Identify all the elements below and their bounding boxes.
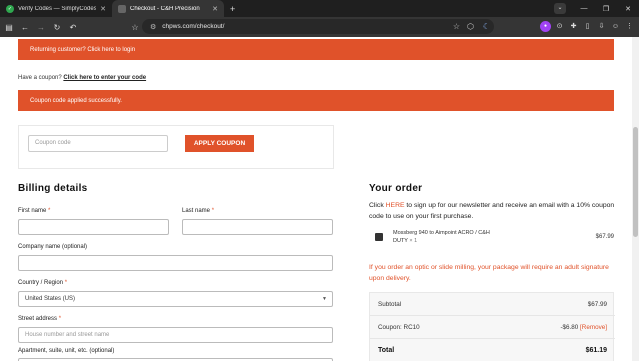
coupon-row: Coupon: RC10 -$6.80 [Remove] bbox=[370, 316, 615, 339]
subtotal-value: $67.99 bbox=[587, 301, 607, 308]
country-label: Country / Region * bbox=[18, 280, 67, 286]
total-label: Total bbox=[378, 347, 395, 354]
newsletter-prefix: Click bbox=[369, 202, 386, 209]
coupon-label: Coupon: RC10 bbox=[378, 324, 420, 331]
bookmark-outline-icon[interactable]: ☆ bbox=[128, 23, 142, 32]
street-label: Street address * bbox=[18, 316, 61, 322]
product-name-text: Mossberg 940 to Aimpoint ACRO / C&H DUTY bbox=[393, 230, 490, 244]
profile-avatar[interactable]: ● bbox=[540, 21, 551, 32]
page-scrollbar[interactable] bbox=[632, 37, 639, 361]
company-label: Company name (optional) bbox=[18, 244, 88, 250]
forward-icon[interactable]: → bbox=[34, 23, 48, 32]
total-value: $61.19 bbox=[585, 347, 607, 354]
subtotal-label: Subtotal bbox=[378, 301, 402, 308]
toolbar-right: ● ⊙ ✚ ▯ ⇩ ☺ ⋮ bbox=[540, 21, 635, 32]
order-item: Mossberg 940 to Aimpoint ACRO / C&H DUTY… bbox=[369, 227, 614, 255]
total-row: Total $61.19 bbox=[370, 339, 615, 361]
order-heading: Your order bbox=[369, 183, 423, 194]
required-mark: * bbox=[48, 208, 51, 214]
apply-coupon-button[interactable]: APPLY COUPON bbox=[185, 135, 254, 152]
coupon-prompt-text: Have a coupon? bbox=[18, 75, 62, 81]
returning-customer-text[interactable]: Returning customer? Click here to login bbox=[30, 47, 135, 53]
newsletter-suffix: to sign up for our newsletter and receiv… bbox=[369, 202, 615, 220]
apartment-label: Apartment, suite, unit, etc. (optional) bbox=[18, 348, 115, 354]
tab-title: Checkout - C&H Precision bbox=[130, 5, 200, 12]
minimize-icon[interactable]: — bbox=[573, 5, 595, 12]
coupon-form: Coupon code APPLY COUPON bbox=[18, 125, 334, 169]
billing-heading: Billing details bbox=[18, 183, 88, 194]
tab-title: Verify Codes — SimplyCodes bbox=[18, 5, 97, 12]
product-price: $67.99 bbox=[595, 234, 614, 240]
address-bar[interactable]: ⚙ chpws.com/checkout/ ☆ ⬡ ☾ bbox=[142, 19, 494, 34]
country-label-text: Country / Region bbox=[18, 280, 64, 286]
puzzle-icon[interactable]: ✚ bbox=[568, 21, 579, 32]
required-mark: * bbox=[58, 316, 62, 322]
company-field[interactable] bbox=[18, 255, 333, 271]
tab-search-icon[interactable]: ⌄ bbox=[554, 3, 566, 14]
last-name-label-text: Last name bbox=[182, 208, 211, 214]
checkout-page: Returning customer? Click here to login … bbox=[0, 37, 639, 361]
sidepanel-icon[interactable]: ▯ bbox=[582, 21, 593, 32]
coupon-value: -$6.80 bbox=[560, 324, 579, 331]
coupon-code-input[interactable]: Coupon code bbox=[28, 135, 168, 152]
coupon-amount: -$6.80 [Remove] bbox=[560, 324, 607, 331]
order-totals: Subtotal $67.99 Coupon: RC10 -$6.80 [Rem… bbox=[369, 292, 615, 361]
coupon-success-text: Coupon code applied successfully. bbox=[30, 97, 122, 104]
site-favicon-icon bbox=[118, 4, 126, 13]
returning-customer-notice[interactable]: Returning customer? Click here to login bbox=[18, 39, 614, 60]
window-controls: — ❐ ✕ bbox=[573, 0, 639, 17]
subtotal-row: Subtotal $67.99 bbox=[370, 293, 615, 316]
required-mark: * bbox=[211, 208, 215, 214]
street-address-field[interactable]: House number and street name bbox=[18, 327, 333, 343]
extension-icon[interactable]: ⬡ bbox=[467, 22, 474, 31]
check-circle-icon: ✓ bbox=[6, 4, 14, 13]
country-value: United States (US) bbox=[25, 296, 76, 302]
first-name-field[interactable] bbox=[18, 219, 169, 235]
browser-toolbar: ▤ ← → ↻ ↶ ☆ ⚙ chpws.com/checkout/ ☆ ⬡ ☾ … bbox=[0, 17, 639, 37]
url-text[interactable]: chpws.com/checkout/ bbox=[162, 23, 224, 30]
site-info-icon[interactable]: ⚙ bbox=[150, 23, 156, 31]
back-icon[interactable]: ← bbox=[18, 23, 32, 32]
tab-verify-codes[interactable]: ✓ Verify Codes — SimplyCodes ✕ bbox=[0, 0, 112, 17]
new-tab-icon[interactable]: + bbox=[230, 4, 235, 14]
sidebar-icon[interactable]: ▤ bbox=[2, 23, 16, 32]
first-name-label: First name * bbox=[18, 208, 50, 214]
coupon-prompt: Have a coupon? Click here to enter your … bbox=[18, 75, 146, 81]
close-window-icon[interactable]: ✕ bbox=[617, 5, 639, 13]
profile-icon[interactable]: ☺ bbox=[610, 21, 621, 32]
last-name-label: Last name * bbox=[182, 208, 214, 214]
newsletter-link[interactable]: HERE bbox=[386, 202, 405, 209]
menu-icon[interactable]: ⋮ bbox=[624, 21, 635, 32]
first-name-label-text: First name bbox=[18, 208, 47, 214]
product-qty: × 1 bbox=[409, 238, 418, 244]
extension-icon[interactable]: ⊙ bbox=[554, 21, 565, 32]
coupon-success-notice: Coupon code applied successfully. bbox=[18, 90, 614, 111]
street-label-text: Street address bbox=[18, 316, 58, 322]
restore-icon[interactable]: ❐ bbox=[595, 5, 617, 13]
required-mark: * bbox=[64, 280, 68, 286]
close-tab-icon[interactable]: ✕ bbox=[212, 5, 218, 13]
download-icon[interactable]: ⇩ bbox=[596, 21, 607, 32]
undo-icon[interactable]: ↶ bbox=[66, 23, 80, 32]
reload-icon[interactable]: ↻ bbox=[50, 23, 64, 32]
star-icon[interactable]: ☆ bbox=[453, 22, 460, 31]
newsletter-text: Click HERE to sign up for our newsletter… bbox=[369, 200, 619, 222]
close-tab-icon[interactable]: ✕ bbox=[100, 5, 106, 13]
adult-signature-warning: If you order an optic or slide milling, … bbox=[369, 264, 609, 282]
last-name-field[interactable] bbox=[182, 219, 333, 235]
enter-coupon-link[interactable]: Click here to enter your code bbox=[63, 75, 146, 81]
product-name: Mossberg 940 to Aimpoint ACRO / C&H DUTY… bbox=[393, 229, 503, 245]
scrollbar-thumb[interactable] bbox=[633, 127, 638, 237]
dark-mode-icon[interactable]: ☾ bbox=[483, 22, 490, 31]
product-thumbnail bbox=[375, 233, 383, 241]
chevron-down-icon: ▼ bbox=[322, 296, 327, 302]
remove-coupon-link[interactable]: [Remove] bbox=[580, 324, 607, 331]
country-select[interactable]: United States (US) ▼ bbox=[18, 291, 333, 307]
browser-tab-bar: ✓ Verify Codes — SimplyCodes ✕ Checkout … bbox=[0, 0, 639, 17]
tab-checkout[interactable]: Checkout - C&H Precision ✕ bbox=[112, 0, 224, 17]
